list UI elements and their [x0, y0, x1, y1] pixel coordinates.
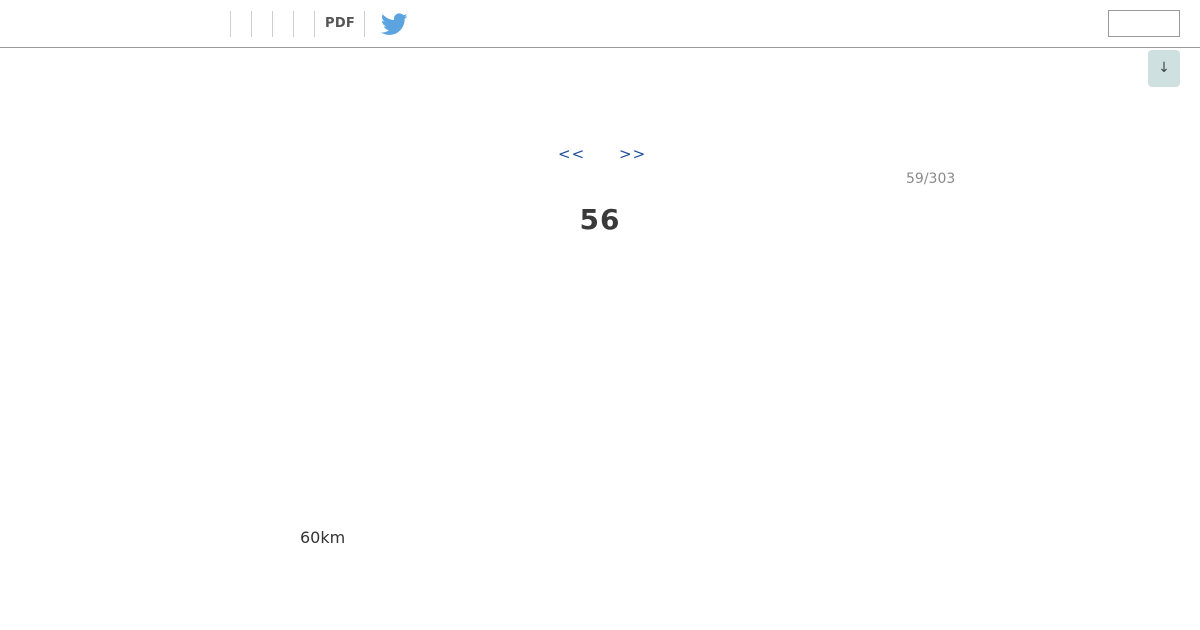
previous-page-link[interactable]: << — [558, 145, 585, 163]
toolbar-divider — [293, 11, 294, 37]
search-input[interactable] — [1108, 10, 1180, 37]
top-toolbar: PDF — [0, 0, 1200, 48]
toolbar-divider — [272, 11, 273, 37]
page-counter: 59/303 — [906, 171, 956, 187]
toolbar-divider — [314, 11, 315, 37]
toolbar-divider — [364, 11, 365, 37]
next-page-link[interactable]: >> — [619, 145, 646, 163]
twitter-share-button[interactable] — [380, 13, 408, 36]
map-scale-label: 60km — [300, 528, 346, 547]
toolbar-divider — [230, 11, 231, 37]
page-number-heading: 56 — [579, 203, 621, 236]
arrow-down-icon: ↓ — [1158, 60, 1170, 76]
twitter-bird-icon — [380, 13, 408, 35]
pdf-download-link[interactable]: PDF — [325, 16, 355, 31]
toolbar-divider — [251, 11, 252, 37]
scroll-down-button[interactable]: ↓ — [1148, 50, 1180, 87]
